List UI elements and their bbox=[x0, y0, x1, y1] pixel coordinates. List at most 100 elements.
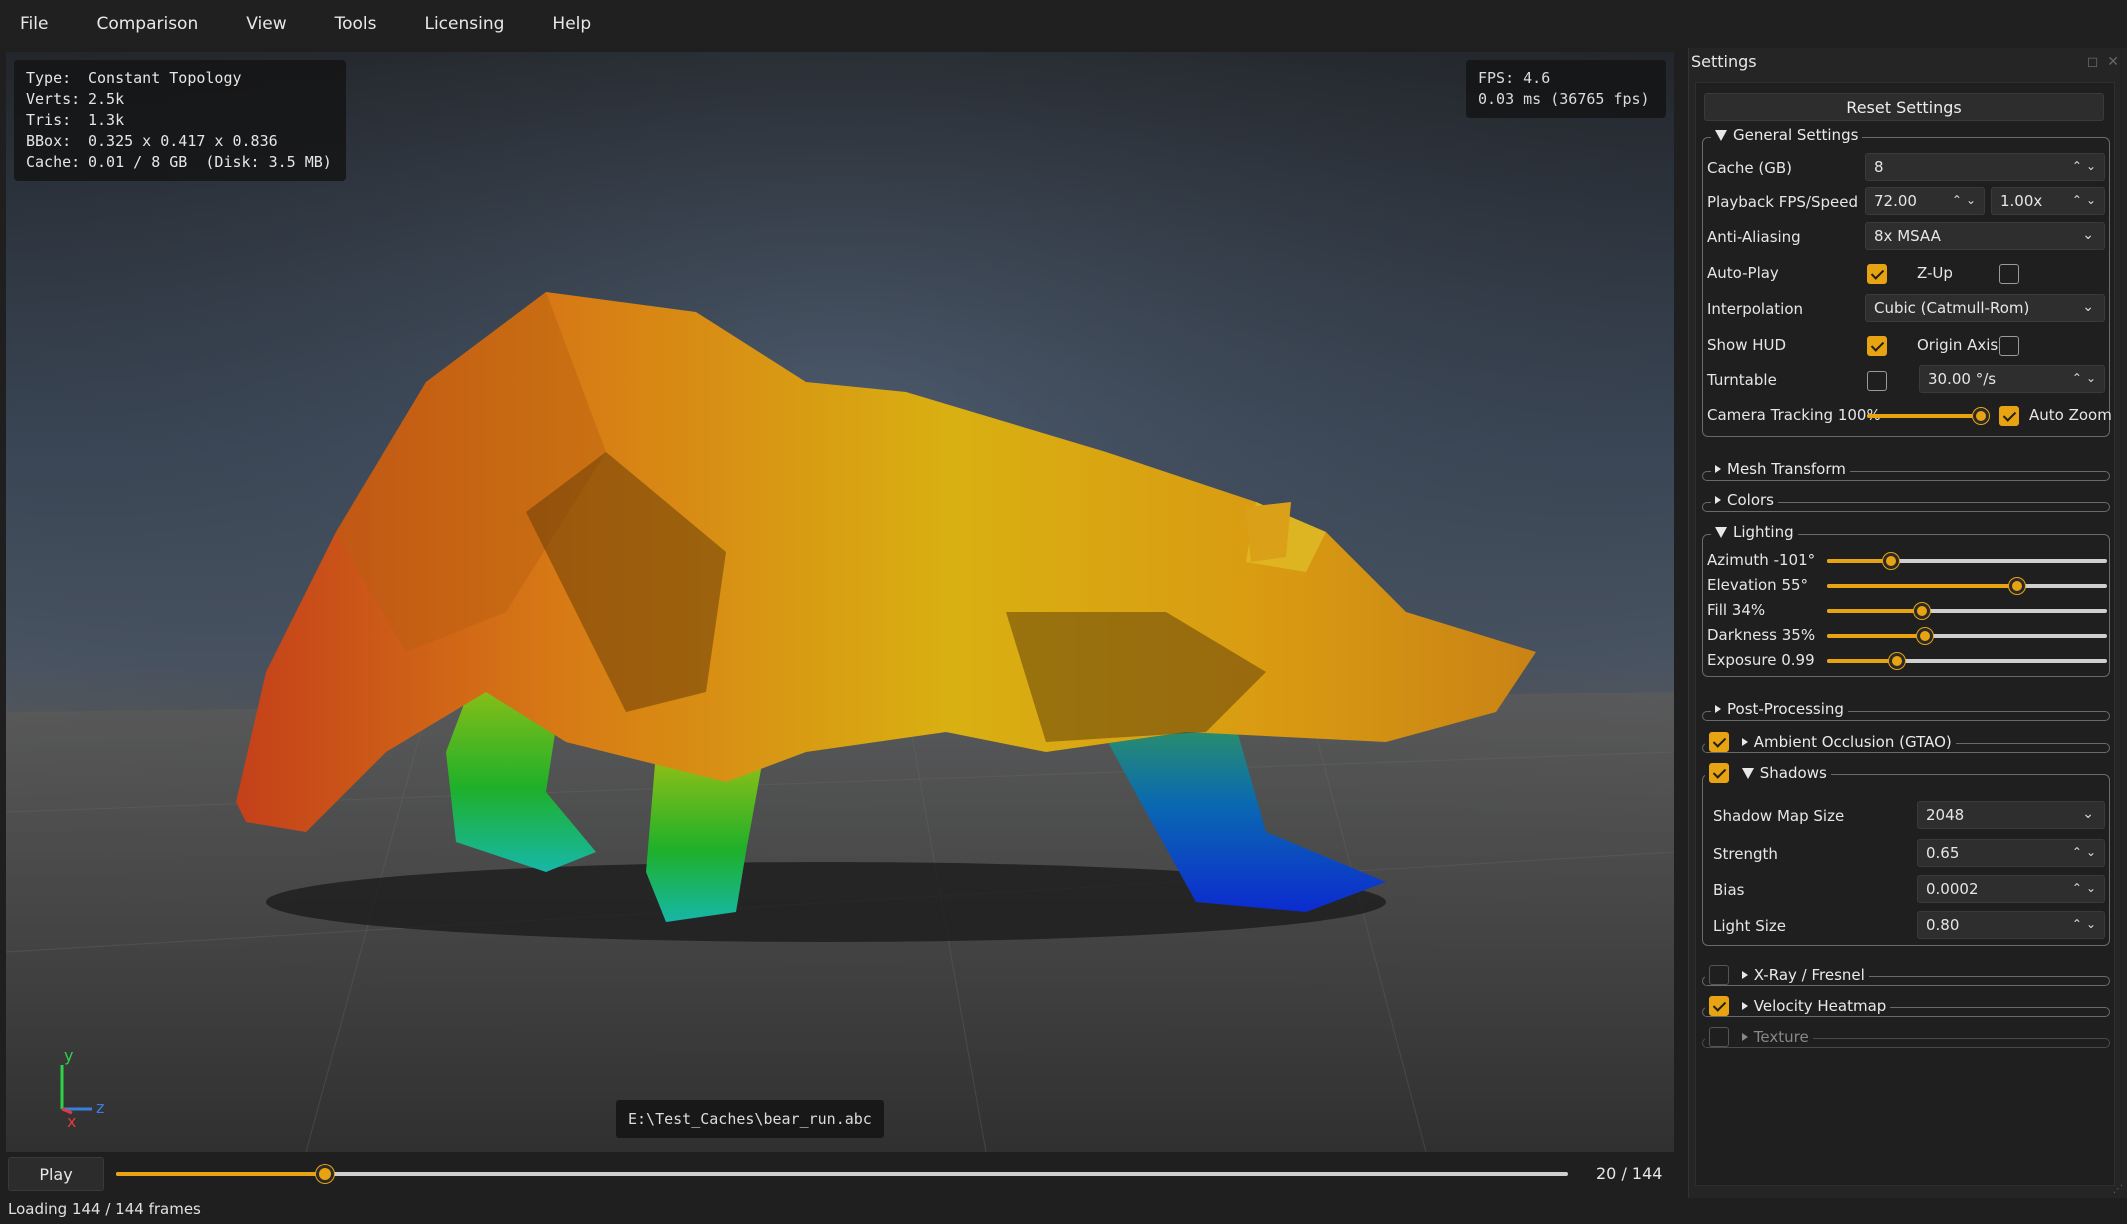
cache-spinbox[interactable]: 8 ⌃⌄ bbox=[1865, 153, 2105, 181]
light-size-value: 0.80 bbox=[1926, 916, 1960, 934]
spin-arrows-icon[interactable]: ⌃⌄ bbox=[1952, 193, 1980, 207]
shadows-checkbox[interactable] bbox=[1709, 763, 1729, 783]
menu-comparison[interactable]: Comparison bbox=[96, 14, 198, 34]
bias-spinbox[interactable]: 0.0002 ⌃⌄ bbox=[1917, 875, 2105, 903]
3d-viewport[interactable]: Type: Constant Topology Verts: 2.5k Tris: 1… bbox=[6, 52, 1674, 1152]
slider-thumb[interactable] bbox=[2009, 578, 2026, 594]
fps-hud: FPS: 4.6 0.03 ms (36765 fps) bbox=[1466, 60, 1666, 118]
play-button[interactable]: Play bbox=[8, 1157, 104, 1191]
light-size-spinbox[interactable]: 0.80 ⌃⌄ bbox=[1917, 911, 2105, 939]
spin-arrows-icon[interactable]: ⌃⌄ bbox=[2072, 845, 2100, 859]
velocity-heatmap-section: Velocity Heatmap bbox=[1702, 996, 2110, 1017]
slider-thumb[interactable] bbox=[1973, 408, 1989, 424]
turntable-label: Turntable bbox=[1707, 371, 1777, 389]
post-processing-header[interactable]: Post-Processing bbox=[1711, 700, 1848, 718]
velocity-heatmap-checkbox[interactable] bbox=[1709, 996, 1729, 1016]
z-up-checkbox[interactable] bbox=[1999, 264, 2019, 284]
xray-checkbox[interactable] bbox=[1709, 965, 1729, 985]
resize-grip-icon[interactable]: ⋰ bbox=[2113, 1184, 2125, 1196]
xray-header[interactable]: X-Ray / Fresnel bbox=[1705, 965, 1869, 985]
expanded-triangle-icon bbox=[1741, 767, 1754, 779]
bear-model-render bbox=[6, 52, 1674, 1152]
texture-checkbox[interactable] bbox=[1709, 1027, 1729, 1047]
slider-fill bbox=[1827, 634, 1925, 638]
chevron-down-icon: ⌄ bbox=[2082, 806, 2094, 822]
auto-zoom-checkbox[interactable] bbox=[1999, 406, 2019, 426]
stats-hud: Type: Constant Topology Verts: 2.5k Tris: 1… bbox=[14, 60, 346, 181]
ambient-occlusion-checkbox[interactable] bbox=[1709, 732, 1729, 752]
reset-settings-button[interactable]: Reset Settings bbox=[1704, 93, 2104, 121]
menu-view[interactable]: View bbox=[246, 14, 286, 34]
auto-play-checkbox[interactable] bbox=[1867, 264, 1887, 284]
turntable-checkbox[interactable] bbox=[1867, 371, 1887, 391]
bias-value: 0.0002 bbox=[1926, 880, 1979, 898]
hud-tris-label: Tris: bbox=[26, 111, 72, 129]
menu-tools[interactable]: Tools bbox=[335, 14, 377, 34]
fill-slider[interactable] bbox=[1827, 603, 2107, 619]
velocity-heatmap-header[interactable]: Velocity Heatmap bbox=[1705, 996, 1891, 1016]
speed-spinbox[interactable]: 1.00x ⌃⌄ bbox=[1991, 187, 2105, 215]
slider-thumb[interactable] bbox=[1914, 603, 1931, 619]
spin-arrows-icon[interactable]: ⌃⌄ bbox=[2072, 371, 2100, 385]
azimuth-slider[interactable] bbox=[1827, 553, 2107, 569]
menu-licensing[interactable]: Licensing bbox=[424, 14, 504, 34]
xray-title: X-Ray / Fresnel bbox=[1753, 966, 1865, 984]
strength-label: Strength bbox=[1713, 845, 1778, 863]
general-settings-header[interactable]: General Settings bbox=[1711, 126, 1863, 144]
timeline-fill bbox=[116, 1172, 326, 1176]
slider-thumb[interactable] bbox=[1917, 628, 1933, 644]
turntable-speed-spinbox[interactable]: 30.00 °/s ⌃⌄ bbox=[1919, 365, 2105, 393]
interpolation-select[interactable]: Cubic (Catmull-Rom) ⌄ bbox=[1865, 294, 2105, 322]
lighting-title: Lighting bbox=[1733, 523, 1794, 541]
azimuth-label: Azimuth -101° bbox=[1707, 551, 1816, 569]
axis-gizmo-icon: y z x bbox=[60, 1047, 104, 1127]
bias-label: Bias bbox=[1713, 881, 1745, 899]
spin-arrows-icon[interactable]: ⌃⌄ bbox=[2072, 193, 2100, 207]
cache-value: 8 bbox=[1874, 158, 1884, 176]
hud-cache-label: Cache: bbox=[26, 153, 81, 171]
chevron-down-icon: ⌄ bbox=[2082, 227, 2094, 243]
shadow-map-size-select[interactable]: 2048 ⌄ bbox=[1917, 801, 2105, 829]
float-panel-icon[interactable]: ◻ bbox=[2087, 54, 2099, 70]
timeline-bar: Play 20 / 144 bbox=[0, 1152, 1680, 1196]
playback-label: Playback FPS/Speed bbox=[1707, 193, 1858, 211]
shadows-title: Shadows bbox=[1759, 764, 1827, 782]
spin-arrows-icon[interactable]: ⌃⌄ bbox=[2072, 159, 2100, 173]
panel-window-controls: ◻ ✕ bbox=[2087, 54, 2119, 70]
exposure-slider[interactable] bbox=[1827, 653, 2107, 669]
ambient-occlusion-header[interactable]: Ambient Occlusion (GTAO) bbox=[1705, 732, 1956, 752]
elevation-slider[interactable] bbox=[1827, 578, 2107, 594]
texture-header[interactable]: Texture bbox=[1705, 1027, 1813, 1047]
spin-arrows-icon[interactable]: ⌃⌄ bbox=[2072, 881, 2100, 895]
texture-title: Texture bbox=[1753, 1028, 1809, 1046]
exposure-label: Exposure 0.99 bbox=[1707, 651, 1815, 669]
anti-aliasing-label: Anti-Aliasing bbox=[1707, 228, 1801, 246]
hud-type-value: Constant Topology bbox=[88, 69, 242, 87]
timeline-slider[interactable] bbox=[116, 1165, 1568, 1183]
spin-arrows-icon[interactable]: ⌃⌄ bbox=[2072, 917, 2100, 931]
timeline-thumb[interactable] bbox=[316, 1165, 335, 1183]
general-settings-section: General Settings Cache (GB) 8 ⌃⌄ Playback… bbox=[1702, 126, 2112, 437]
light-size-label: Light Size bbox=[1713, 917, 1786, 935]
darkness-slider[interactable] bbox=[1827, 628, 2107, 644]
xray-section: X-Ray / Fresnel bbox=[1702, 965, 2110, 986]
mesh-transform-header[interactable]: Mesh Transform bbox=[1711, 460, 1850, 478]
menu-file[interactable]: File bbox=[20, 14, 48, 34]
fps-spinbox[interactable]: 72.00 ⌃⌄ bbox=[1865, 187, 1985, 215]
camera-tracking-slider[interactable] bbox=[1867, 408, 1989, 424]
show-hud-checkbox[interactable] bbox=[1867, 336, 1887, 356]
slider-thumb[interactable] bbox=[1889, 653, 1905, 669]
slider-thumb[interactable] bbox=[1883, 553, 1900, 569]
shadows-header[interactable]: Shadows bbox=[1705, 763, 1831, 783]
colors-header[interactable]: Colors bbox=[1711, 491, 1778, 509]
origin-axis-checkbox[interactable] bbox=[1999, 336, 2019, 356]
hud-bbox-value: 0.325 x 0.417 x 0.836 bbox=[88, 132, 278, 150]
anti-aliasing-select[interactable]: 8x MSAA ⌄ bbox=[1865, 222, 2105, 250]
lighting-header[interactable]: Lighting bbox=[1711, 523, 1798, 541]
collapsed-triangle-icon bbox=[1741, 1002, 1748, 1010]
lighting-section: Lighting Azimuth -101° Elevation 55° Fil… bbox=[1702, 523, 2110, 677]
menu-help[interactable]: Help bbox=[552, 14, 591, 34]
close-panel-icon[interactable]: ✕ bbox=[2107, 54, 2119, 70]
fill-label: Fill 34% bbox=[1707, 601, 1766, 619]
strength-spinbox[interactable]: 0.65 ⌃⌄ bbox=[1917, 839, 2105, 867]
